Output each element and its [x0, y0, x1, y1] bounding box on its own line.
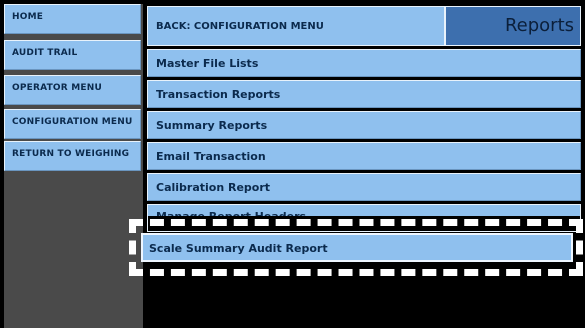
menu-item-email-transaction[interactable]: Email Transaction: [147, 142, 581, 170]
sidebar-item-label: OPERATOR MENU: [12, 83, 102, 93]
back-button-label: BACK: CONFIGURATION MENU: [156, 21, 324, 32]
menu-item-label: Summary Reports: [156, 119, 268, 132]
sidebar-item-label: HOME: [12, 12, 44, 22]
sidebar: HOME AUDIT TRAIL OPERATOR MENU CONFIGURA…: [4, 4, 143, 328]
app-screen: HOME AUDIT TRAIL OPERATOR MENU CONFIGURA…: [0, 0, 585, 328]
menu-item-label: Email Transaction: [156, 150, 266, 163]
menu-item-label: Master File Lists: [156, 57, 259, 70]
menu-item-calibration-report[interactable]: Calibration Report: [147, 173, 581, 201]
menu-item-label: Transaction Reports: [156, 88, 281, 101]
menu-item-transaction-reports[interactable]: Transaction Reports: [147, 80, 581, 108]
sidebar-item-home[interactable]: HOME: [4, 4, 141, 34]
menu-item-label: Calibration Report: [156, 181, 271, 194]
sidebar-item-audit-trail[interactable]: AUDIT TRAIL: [4, 40, 141, 70]
sidebar-item-operator-menu[interactable]: OPERATOR MENU: [4, 75, 141, 105]
menu-item-master-file-lists[interactable]: Master File Lists: [147, 49, 581, 77]
sidebar-item-configuration-menu[interactable]: CONFIGURATION MENU: [4, 109, 141, 139]
back-button[interactable]: BACK: CONFIGURATION MENU: [147, 6, 445, 46]
page-title-box: Reports: [445, 6, 581, 46]
menu-item-scale-summary-audit-report[interactable]: Scale Summary Audit Report: [141, 233, 573, 262]
sidebar-item-label: CONFIGURATION MENU: [12, 117, 133, 127]
menu-item-manage-report-headers[interactable]: Manage Report Headers: [147, 204, 581, 232]
page-title: Reports: [504, 15, 574, 36]
sidebar-item-return-to-weighing[interactable]: RETURN TO WEIGHING: [4, 141, 141, 171]
overlap-cover: [148, 216, 580, 231]
sidebar-item-label: RETURN TO WEIGHING: [12, 149, 130, 159]
sidebar-item-label: AUDIT TRAIL: [12, 48, 78, 58]
menu-item-summary-reports[interactable]: Summary Reports: [147, 111, 581, 139]
menu-item-label: Scale Summary Audit Report: [149, 242, 328, 255]
